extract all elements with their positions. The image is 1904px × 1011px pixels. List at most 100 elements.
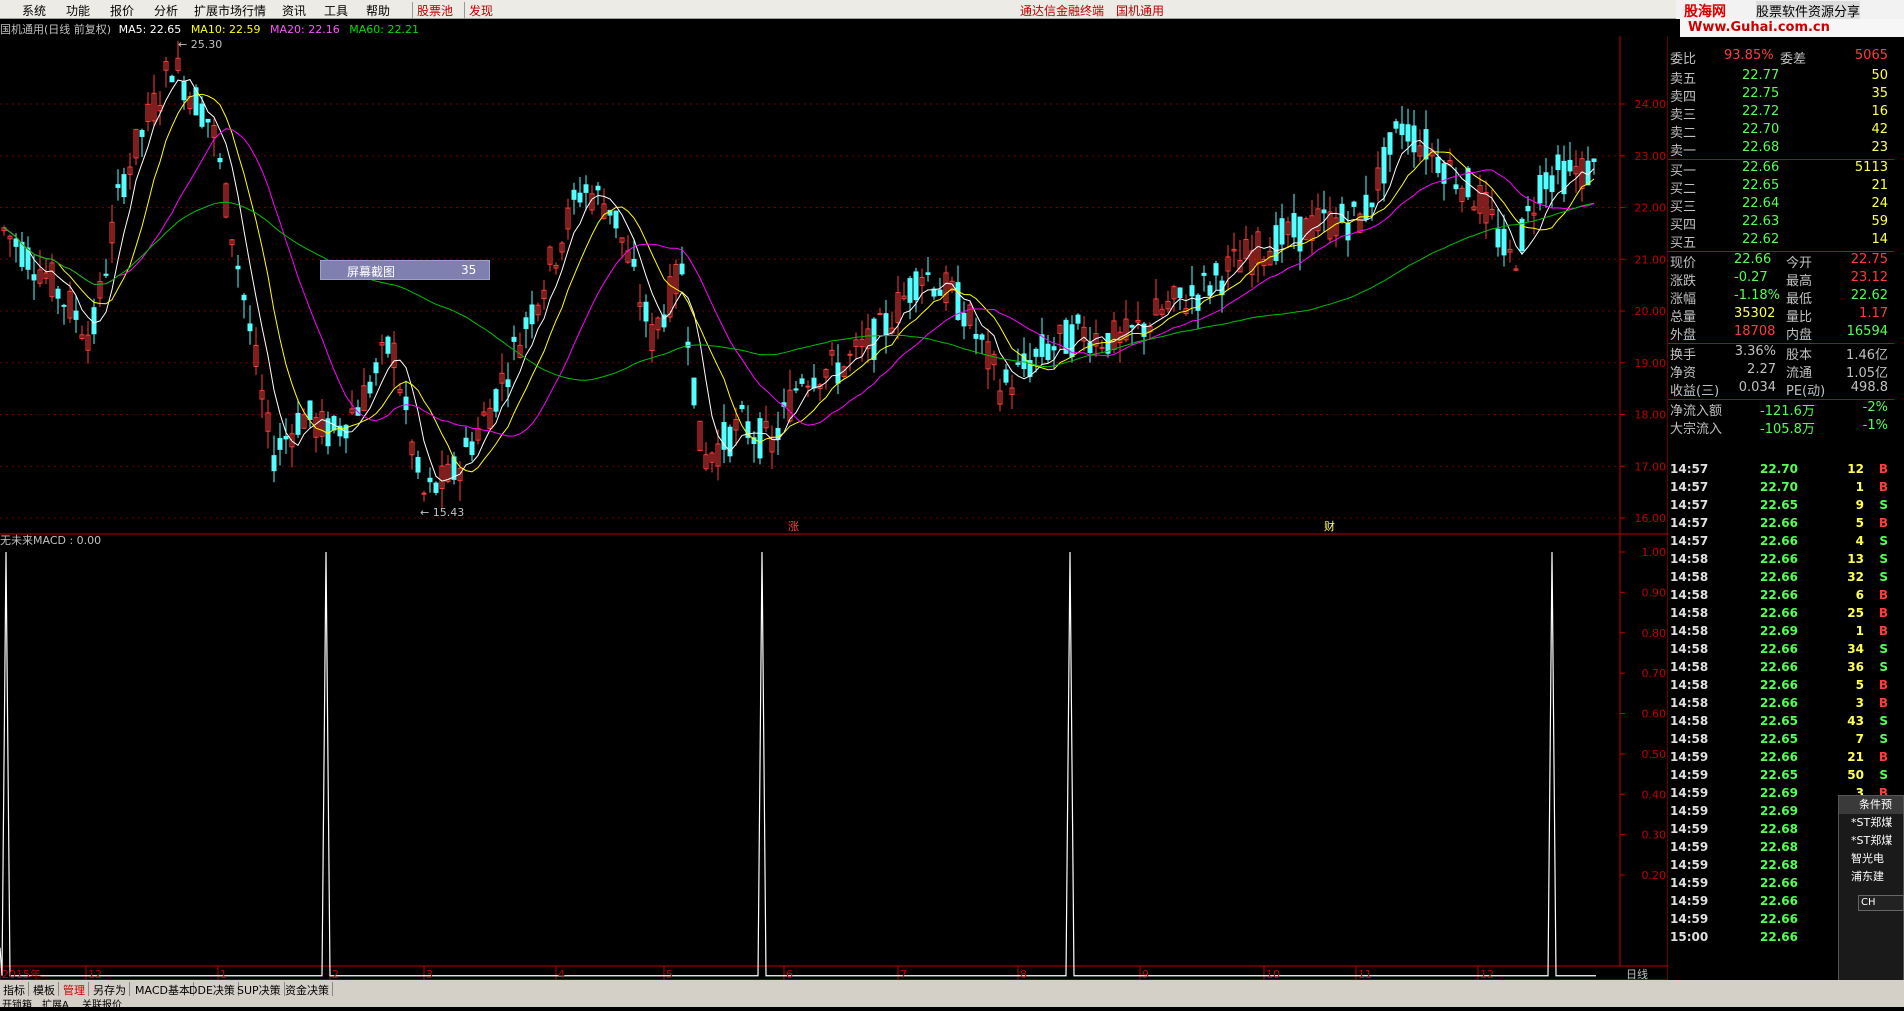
bid-row[interactable]: 买三 22.64 24 [1668, 196, 1894, 215]
tab-template[interactable]: 模板 [30, 982, 59, 997]
ask-row[interactable]: 卖二 22.70 42 [1668, 122, 1894, 141]
tab-dde[interactable]: DDE决策 [186, 982, 239, 997]
price-tick-label: 21.00 [1635, 253, 1667, 266]
bid-volume: 14 [1871, 232, 1888, 247]
tick-time: 14:58 [1670, 642, 1709, 656]
candle-body [415, 456, 421, 473]
bid-row[interactable]: 买四 22.63 59 [1668, 214, 1894, 233]
ask-row[interactable]: 卖一 22.68 23 [1668, 140, 1894, 159]
tick-row[interactable]: 14:57 22.70 12 B [1668, 462, 1894, 480]
candle-body [277, 438, 283, 450]
candle-body [529, 304, 535, 325]
candle-body [937, 289, 943, 296]
menu-item-function[interactable]: 功能 [66, 2, 90, 19]
brand-url[interactable]: Www.Guhai.com.cn [1688, 20, 1830, 35]
ask-volume: 23 [1871, 140, 1888, 155]
bid-row[interactable]: 买二 22.65 21 [1668, 178, 1894, 197]
ask-volume: 35 [1871, 86, 1888, 101]
ask-row[interactable]: 卖三 22.72 16 [1668, 104, 1894, 123]
tab-fund[interactable]: 资金决策 [282, 982, 333, 997]
popup-item[interactable]: 浦东建 [1839, 868, 1903, 886]
macd-tick-label: 0.20 [1642, 869, 1667, 882]
tick-row[interactable]: 14:58 22.66 36 S [1668, 660, 1894, 678]
tick-row[interactable]: 14:58 22.66 34 S [1668, 642, 1894, 660]
menu-item-system[interactable]: 系统 [22, 2, 46, 19]
tick-row[interactable]: 14:58 22.66 5 B [1668, 678, 1894, 696]
tick-row[interactable]: 14:58 22.66 32 S [1668, 570, 1894, 588]
status-item[interactable]: 开锁箱 [2, 996, 32, 1011]
kline-chart[interactable]: 24.00 23.00 22.00 21.00 20.00 19.00 18.00 17.00… [0, 36, 1668, 996]
candle-body [613, 210, 619, 229]
ask-price: 22.75 [1742, 86, 1780, 101]
menu-item-stock-pool[interactable]: 股票池 [412, 2, 453, 19]
brand-sub: 股票软件资源分享 [1756, 1, 1861, 20]
tick-side: B [1878, 696, 1888, 710]
ask-volume: 16 [1871, 104, 1888, 119]
price-tick-label: 17.00 [1635, 460, 1667, 473]
tick-price: 22.66 [1760, 552, 1798, 566]
menu-item-quote[interactable]: 报价 [110, 2, 134, 19]
status-item[interactable]: 关联报价 [82, 996, 122, 1011]
tick-row[interactable]: 14:58 22.69 1 B [1668, 624, 1894, 642]
xaxis-label: 2015年 [2, 967, 41, 981]
ask-label: 卖五 [1670, 72, 1697, 87]
link-tdx-terminal[interactable]: 通达信金融终端 [1020, 2, 1104, 19]
link-stock-name[interactable]: 国机通用 [1116, 2, 1164, 19]
candle-body [1003, 369, 1009, 383]
candle-body [1549, 175, 1555, 193]
tick-price: 22.66 [1760, 750, 1798, 764]
tooltip-value: 35 [461, 263, 477, 277]
screenshot-tooltip[interactable]: 屏幕截图 35 [320, 260, 490, 280]
bid-row[interactable]: 买五 22.62 14 [1668, 232, 1894, 251]
tick-time: 14:59 [1670, 858, 1709, 872]
candle-body [835, 362, 841, 384]
tab-indicator[interactable]: 指标 [0, 982, 29, 997]
tick-price: 22.70 [1760, 480, 1798, 494]
popup-item[interactable]: *ST郑煤 [1839, 832, 1903, 850]
menu-item-analysis[interactable]: 分析 [154, 2, 178, 19]
bid-label: 买三 [1670, 200, 1697, 215]
tick-row[interactable]: 14:58 22.66 3 B [1668, 696, 1894, 714]
menu-item-ext-market[interactable]: 扩展市场行情 [194, 2, 266, 19]
tick-row[interactable]: 14:57 22.66 5 B [1668, 516, 1894, 534]
menu-item-tools[interactable]: 工具 [324, 2, 348, 19]
tab-save-as[interactable]: 另存为 [90, 982, 130, 997]
candle-body [1207, 285, 1213, 296]
menu-item-discover[interactable]: 发现 [464, 2, 493, 19]
tick-row[interactable]: 14:59 22.66 21 B [1668, 750, 1894, 768]
popup-item[interactable]: 智光电 [1839, 850, 1903, 868]
tick-row[interactable]: 14:58 22.65 7 S [1668, 732, 1894, 750]
status-item[interactable]: 扩展A [42, 996, 69, 1011]
stat-label: 涨幅 [1670, 292, 1697, 307]
ask-row[interactable]: 卖五 22.77 50 [1668, 68, 1894, 87]
tab-manage[interactable]: 管理 [60, 982, 89, 997]
tick-row[interactable]: 14:58 22.66 13 S [1668, 552, 1894, 570]
tick-row[interactable]: 14:58 22.65 43 S [1668, 714, 1894, 732]
tick-row[interactable]: 14:58 22.66 6 B [1668, 588, 1894, 606]
tick-time: 14:59 [1670, 750, 1709, 764]
bid-row[interactable]: 买一 22.66 5113 [1668, 160, 1894, 179]
menu-item-news[interactable]: 资讯 [282, 2, 306, 19]
tick-volume: 1 [1855, 480, 1864, 494]
candle-body [847, 353, 853, 356]
menu-item-help[interactable]: 帮助 [366, 2, 390, 19]
tick-row[interactable]: 14:57 22.70 1 B [1668, 480, 1894, 498]
tick-row[interactable]: 14:57 22.65 9 S [1668, 498, 1894, 516]
tab-sup[interactable]: SUP决策 [234, 982, 285, 997]
tick-row[interactable]: 14:59 22.65 50 S [1668, 768, 1894, 786]
flow-pct: -2% [1862, 400, 1888, 415]
tick-row[interactable]: 14:58 22.66 25 B [1668, 606, 1894, 624]
candle-body [115, 184, 121, 188]
tick-row[interactable]: 14:57 22.66 4 S [1668, 534, 1894, 552]
tab-macd-basic[interactable]: MACD基本 [132, 982, 194, 997]
candle-body [523, 317, 529, 330]
popup-item[interactable]: *ST郑煤 [1839, 814, 1903, 832]
flow-label: 大宗流入 [1670, 422, 1723, 437]
tick-price: 22.66 [1760, 696, 1798, 710]
ask-row[interactable]: 卖四 22.75 35 [1668, 86, 1894, 105]
brand-url-bar: Www.Guhai.com.cn [1680, 19, 1904, 37]
candle-body [73, 310, 79, 320]
tick-price: 22.68 [1760, 840, 1798, 854]
ime-bar[interactable]: CH [1858, 895, 1904, 911]
tick-price: 22.66 [1760, 516, 1798, 530]
